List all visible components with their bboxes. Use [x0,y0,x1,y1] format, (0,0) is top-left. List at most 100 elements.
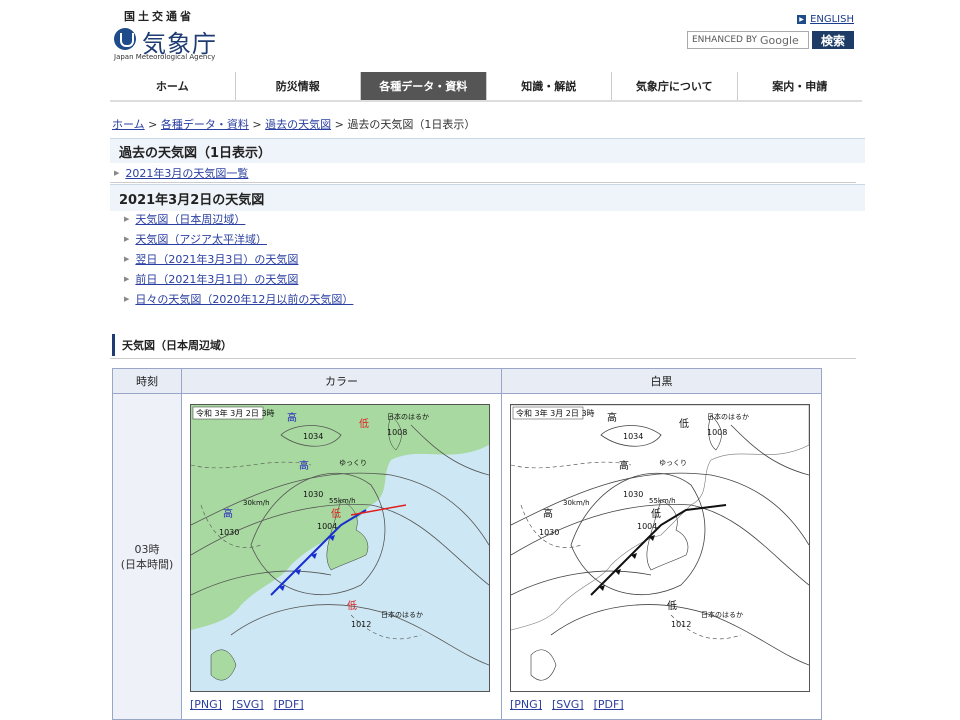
header-mono: 白黒 [501,368,822,394]
map-date-stamp: 令和 3年 3月 2日 3時 [516,408,595,418]
breadcrumb-past-maps[interactable]: 過去の天気図 [265,118,331,131]
map-pressure-label: 1030 [623,490,643,499]
mono-weather-map[interactable]: 令和 3年 3月 2日 3時 高 1034 高 1030 高 1030 低 10… [510,404,810,692]
map-pressure-label: 1004 [317,522,337,531]
nav-item-guide[interactable]: 案内・申請 [738,72,863,100]
map-pressure-label: 1030 [303,490,323,499]
map-pressure-label: 1030 [219,528,239,537]
agency-english-name: Japan Meteorological Agency [114,53,216,61]
month-list-row: ▶ 2021年3月の天気図一覧 [114,165,248,181]
arrow-right-icon: ▶ [114,169,120,177]
map-speed-label: 55km/h [649,497,676,505]
main-nav: ホーム 防災情報 各種データ・資料 知識・解説 気象庁について 案内・申請 [110,72,862,102]
link-prev-day[interactable]: 前日（2021年3月1日）の天気図 [135,271,298,287]
map-pressure-label: 1034 [623,432,643,441]
section-title: 天気図（日本周辺域） [112,334,866,356]
nav-item-about[interactable]: 気象庁について [612,72,738,100]
time-note: (日本時間) [120,557,174,571]
search-input-brand: Google [760,33,799,47]
header-time: 時刻 [112,368,182,394]
map-low-label: 低 [667,599,677,612]
header-color: カラー [181,368,502,394]
search-input[interactable]: ENHANCED BY Google [687,31,809,49]
nav-item-knowledge[interactable]: 知識・解説 [487,72,612,100]
color-png-link[interactable]: [PNG] [190,698,222,711]
english-link[interactable]: ENGLISH [810,14,854,25]
ministry-name: 国土交通省 [124,10,194,23]
breadcrumb: ホーム > 各種データ・資料 > 過去の天気図 > 過去の天気図（1日表示） [112,116,475,132]
page-title: 過去の天気図（1日表示） [110,138,865,163]
site-search: ENHANCED BY Google 検索 [687,31,854,49]
english-link-row: ▶ ENGLISH [797,14,854,25]
divider [110,358,856,359]
map-high-label: 高 [607,411,617,424]
link-item: ▶ 天気図（日本周辺域） [124,211,245,227]
map-note-label: ゆっくり [659,459,687,467]
arrow-right-icon: ▶ [797,15,807,24]
breadcrumb-separator: > [334,118,344,131]
link-japan-area[interactable]: 天気図（日本周辺域） [135,211,245,227]
search-input-prefix: ENHANCED BY [692,35,758,45]
mono-format-links: [PNG] [SVG] [PDF] [510,698,624,711]
map-pressure-label: 1004 [637,522,657,531]
map-speed-label: 30km/h [563,499,590,507]
mono-png-link[interactable]: [PNG] [510,698,542,711]
link-item: ▶ 前日（2021年3月1日）の天気図 [124,271,298,287]
arrow-right-icon: ▶ [124,255,130,263]
arrow-right-icon: ▶ [124,295,130,303]
time-label: 03時 [134,542,160,556]
date-title: 2021年3月2日の天気図 [110,184,865,211]
time-cell: 03時 (日本時間) [112,394,182,720]
mono-pdf-link[interactable]: [PDF] [594,698,624,711]
color-svg-link[interactable]: [SVG] [232,698,264,711]
breadcrumb-current: 過去の天気図（1日表示） [347,118,476,131]
map-pressure-label: 1034 [303,432,323,441]
map-low-label: 低 [347,599,357,612]
map-pressure-label: 1030 [539,528,559,537]
map-high-label: 高 [619,459,629,472]
link-item: ▶ 天気図（アジア太平洋域） [124,231,267,247]
arrow-right-icon: ▶ [124,275,130,283]
map-pressure-label: 1008 [707,428,727,437]
link-daily-archive[interactable]: 日々の天気図（2020年12月以前の天気図） [135,291,353,307]
link-next-day[interactable]: 翌日（2021年3月3日）の天気図 [135,251,298,267]
map-note-label: 日本のはるか [707,412,749,421]
mono-svg-link[interactable]: [SVG] [552,698,584,711]
page: 国土交通省 気象庁 Japan Meteorological Agency ▶ … [110,0,865,720]
jma-logo-icon[interactable] [114,28,136,50]
link-item: ▶ 日々の天気図（2020年12月以前の天気図） [124,291,353,307]
map-speed-label: 30km/h [243,499,270,507]
map-note-label: 日本のはるか [381,610,423,619]
map-note-label: 日本のはるか [701,610,743,619]
map-pressure-label: 1008 [387,428,407,437]
color-pdf-link[interactable]: [PDF] [274,698,304,711]
arrow-right-icon: ▶ [124,235,130,243]
color-format-links: [PNG] [SVG] [PDF] [190,698,304,711]
breadcrumb-home[interactable]: ホーム [112,118,145,131]
color-weather-map[interactable]: 令和 3年 3月 2日 3時 高 1034 高 1030 高 1030 低 10… [190,404,490,692]
map-speed-label: 55km/h [329,497,356,505]
map-low-label: 低 [359,417,369,430]
breadcrumb-separator: > [252,118,262,131]
map-high-label: 高 [299,459,309,472]
map-low-label: 低 [331,507,341,520]
nav-item-home[interactable]: ホーム [110,72,236,100]
divider [110,182,856,183]
link-asia-pacific[interactable]: 天気図（アジア太平洋域） [135,231,267,247]
map-high-label: 高 [287,411,297,424]
search-button[interactable]: 検索 [812,31,854,49]
month-list-link[interactable]: 2021年3月の天気図一覧 [125,165,248,181]
breadcrumb-separator: > [148,118,158,131]
arrow-right-icon: ▶ [124,215,130,223]
nav-item-disaster-info[interactable]: 防災情報 [236,72,361,100]
nav-item-data[interactable]: 各種データ・資料 [361,72,487,100]
breadcrumb-data[interactable]: 各種データ・資料 [161,118,249,131]
link-item: ▶ 翌日（2021年3月3日）の天気図 [124,251,298,267]
map-high-label: 高 [223,507,233,520]
map-pressure-label: 1012 [351,620,371,629]
map-pressure-label: 1012 [671,620,691,629]
map-note-label: ゆっくり [339,459,367,467]
map-low-label: 低 [651,507,661,520]
map-note-label: 日本のはるか [387,412,429,421]
map-date-stamp: 令和 3年 3月 2日 3時 [196,408,275,418]
